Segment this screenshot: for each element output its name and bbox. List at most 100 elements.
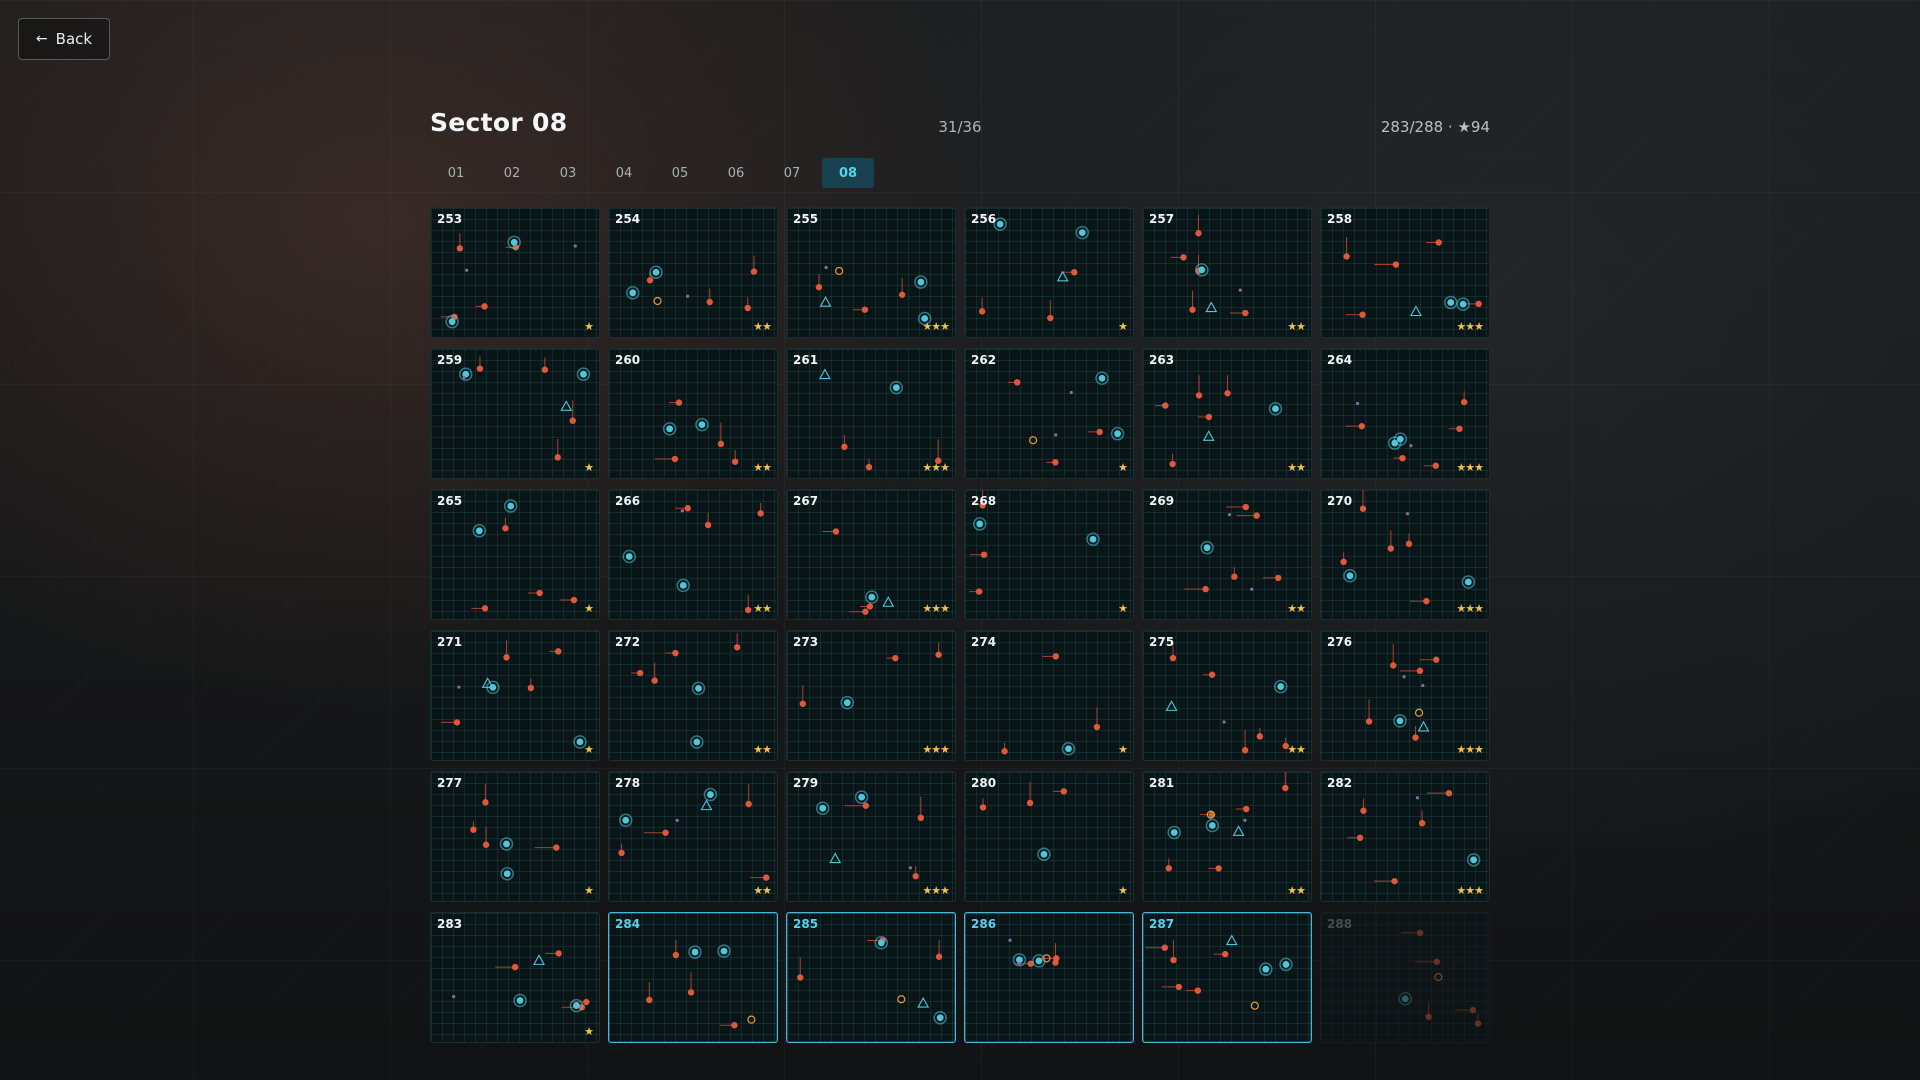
cyan-target-icon [622,549,636,564]
level-tile-282[interactable]: 282 ★★★ [1320,771,1490,902]
level-preview [471,499,578,612]
level-tile-266[interactable]: 266 ★★ [608,489,778,620]
red-node-icon [1415,958,1440,965]
level-tile-277[interactable]: 277 ★ [430,771,600,902]
star-rating: ★ [584,1025,594,1038]
level-tile-273[interactable]: 273 ★★★ [786,630,956,761]
level-tile-276[interactable]: 276 ★★★ [1320,630,1490,761]
red-node-icon [1195,214,1202,237]
ring-icon [835,266,844,276]
level-tile-278[interactable]: 278 ★★ [608,771,778,902]
red-node-icon [1474,1013,1482,1027]
red-node-icon [1464,300,1482,308]
level-preview [1165,642,1289,754]
level-tile-254[interactable]: 254 ★★ [608,207,778,338]
level-tile-258[interactable]: 258 ★★★ [1320,207,1490,338]
tab-sector-02[interactable]: 02 [486,158,538,188]
red-node-icon [668,399,683,406]
star-rating: ★★ [753,461,772,474]
red-node-icon [672,939,680,959]
level-tile-270[interactable]: 270 ★★★ [1320,489,1490,620]
level-tile-265[interactable]: 265 ★ [430,489,600,620]
level-tile-279[interactable]: 279 ★★★ [786,771,956,902]
level-tile-283[interactable]: 283 ★ [430,912,600,1043]
level-tile-285[interactable]: 285 [786,912,956,1043]
level-tile-269[interactable]: 269 ★★ [1142,489,1312,620]
level-tile-260[interactable]: 260 ★★ [608,348,778,479]
level-preview [818,368,942,471]
red-node-icon [750,874,770,881]
level-tile-268[interactable]: 268 ★ [964,489,1134,620]
level-tile-264[interactable]: 264 ★★★ [1320,348,1490,479]
tab-sector-07[interactable]: 07 [766,158,818,188]
red-node-icon [704,512,712,529]
red-node-icon [979,798,987,811]
level-number: 282 [1327,776,1353,790]
level-tile-288[interactable]: 288 [1320,912,1490,1043]
level-tile-259[interactable]: 259 ★ [430,348,600,479]
level-tile-280[interactable]: 280 ★ [964,771,1134,902]
ring-icon [747,1015,756,1024]
level-preview [1170,214,1249,317]
tab-sector-03[interactable]: 03 [542,158,594,188]
cyan-target-icon [717,944,731,958]
red-node-icon [1213,950,1229,958]
star-rating: ★ [584,320,594,333]
red-node-icon [1365,699,1373,725]
triangle-icon [829,852,842,864]
level-preview [815,265,932,326]
red-node-icon [476,356,484,372]
back-button[interactable]: ← Back [18,18,110,60]
red-node-icon [1387,530,1395,552]
dot-icon [1415,796,1420,800]
star-rating: ★★ [753,320,772,333]
star-rating: ★★ [1287,602,1306,615]
star-rating: ★ [584,884,594,897]
cyan-target-icon [1268,402,1283,416]
level-preview [1343,236,1482,318]
level-tile-257[interactable]: 257 ★★ [1142,207,1312,338]
red-node-icon [1185,987,1202,994]
star-rating: ★ [584,743,594,756]
level-tile-284[interactable]: 284 [608,912,778,1043]
level-tile-262[interactable]: 262 ★ [964,348,1134,479]
red-node-icon [1195,375,1203,399]
red-node-icon [646,982,653,1004]
red-node-icon [631,669,644,677]
level-preview [458,356,591,461]
level-tile-287[interactable]: 287 [1142,912,1312,1043]
dot-icon [1421,683,1425,688]
level-tile-253[interactable]: 253 ★ [430,207,600,338]
level-tile-255[interactable]: 255 ★★★ [786,207,956,338]
tab-sector-04[interactable]: 04 [598,158,650,188]
red-node-icon [495,963,519,971]
dot-icon [1405,512,1410,516]
red-node-icon [978,297,986,315]
red-node-icon [1360,798,1367,814]
level-tile-267[interactable]: 267 ★★★ [786,489,956,620]
level-tile-263[interactable]: 263 ★★ [1142,348,1312,479]
cyan-target-icon [500,866,514,881]
level-preview [815,790,925,880]
star-rating: ★ [1118,461,1128,474]
level-tile-272[interactable]: 272 ★★ [608,630,778,761]
red-node-icon [1169,453,1176,468]
dot-icon [465,268,469,272]
red-node-icon [569,400,576,424]
tab-sector-06[interactable]: 06 [710,158,762,188]
red-node-icon [1026,781,1034,807]
level-tile-274[interactable]: 274 ★ [964,630,1134,761]
level-tile-286[interactable]: 286 [964,912,1134,1043]
level-tile-271[interactable]: 271 ★ [430,630,600,761]
tab-sector-08[interactable]: 08 [822,158,874,188]
red-node-icon [822,528,840,535]
level-tile-261[interactable]: 261 ★★★ [786,348,956,479]
red-node-icon [1155,402,1169,409]
level-tile-275[interactable]: 275 ★★ [1142,630,1312,761]
level-tile-281[interactable]: 281 ★★ [1142,771,1312,902]
dot-icon [1008,938,1012,942]
tab-sector-01[interactable]: 01 [430,158,482,188]
tab-sector-05[interactable]: 05 [654,158,706,188]
red-node-icon [482,784,489,806]
level-tile-256[interactable]: 256 ★ [964,207,1134,338]
